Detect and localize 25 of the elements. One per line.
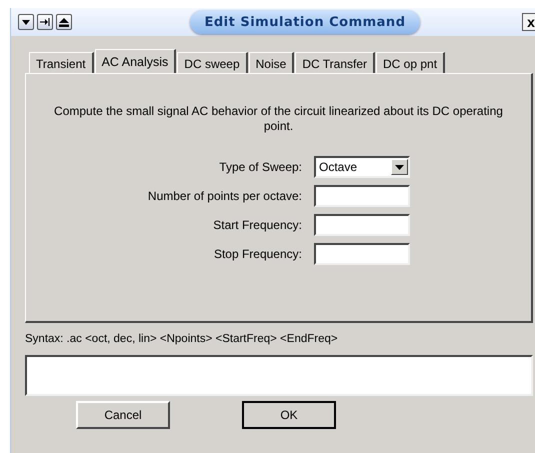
input-field[interactable] [314,214,410,236]
syntax-text: Syntax: .ac <oct, dec, lin> <Npoints> <StartFreq> <EndFreq> [25,333,339,345]
tab[interactable]: Noise [248,52,294,73]
eject-icon[interactable] [56,14,72,30]
sweep-dropdown[interactable]: Octave [314,156,410,178]
caret-icon [395,164,404,170]
ok-button[interactable]: OK [242,401,336,429]
tab[interactable]: Transient [29,52,94,73]
description-text: Compute the small signal AC behavior of the circuit linearized about its DC operating point. [53,104,504,134]
tab[interactable]: DC sweep [177,52,248,73]
input-field[interactable] [314,185,410,207]
tab[interactable]: AC Analysis [94,49,176,73]
tab[interactable]: DC op pnt [376,52,446,73]
field-label: Start Frequency: [212,218,302,232]
close-button[interactable]: x [522,13,535,31]
command-field[interactable] [25,355,533,396]
field-label: Type of Sweep: [218,160,302,174]
cancel-button[interactable]: Cancel [76,401,170,429]
tab[interactable]: DC Transfer [295,52,376,73]
window-title: Edit Simulation Command [190,10,420,34]
field-label: Number of points per octave: [146,189,302,203]
input-field[interactable] [314,243,410,265]
field-label: Stop Frequency: [212,247,302,261]
pin-icon[interactable] [37,14,53,30]
dropdown-icon[interactable] [18,14,34,30]
